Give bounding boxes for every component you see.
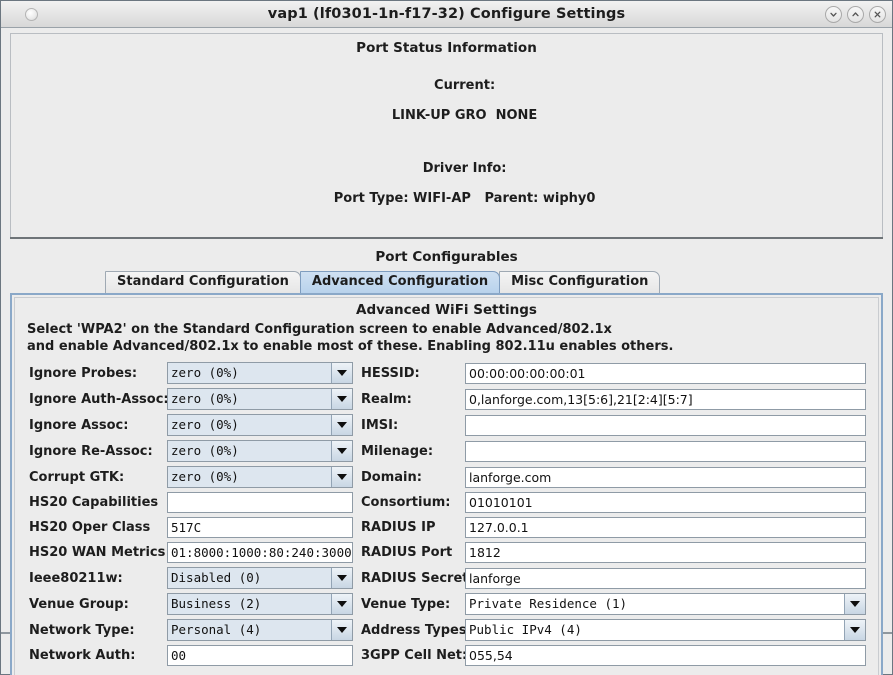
hs20-capabilities-input[interactable]: [167, 492, 353, 513]
tab-standard-configuration[interactable]: Standard Configuration: [105, 271, 301, 293]
chevron-down-icon[interactable]: [331, 389, 352, 409]
panel-note-line-2: and enable Advanced/802.1x to enable mos…: [27, 339, 674, 354]
corrupt-gtk-label: Corrupt GTK:: [29, 469, 125, 485]
ignore-probes-selected-value: zero (0%): [168, 363, 331, 383]
chevron-down-icon[interactable]: [331, 568, 352, 588]
corrupt-gtk-selected-value: zero (0%): [168, 467, 331, 487]
network-type-label: Network Type:: [29, 622, 135, 638]
radius-port-label: RADIUS Port: [361, 545, 453, 560]
current-label: Current:: [434, 78, 496, 93]
chevron-down-icon[interactable]: [331, 594, 352, 614]
port-status-current-row: Current: LINK-UP GRO NONE: [11, 63, 882, 138]
network-auth-label: Network Auth:: [29, 648, 136, 663]
3gpp-cell-net-input[interactable]: 055,54: [465, 645, 866, 666]
ignore-probes-select[interactable]: zero (0%): [167, 362, 353, 384]
ignore-re-assoc-label: Ignore Re-Assoc:: [29, 443, 153, 459]
window-title: vap1 (lf0301-1n-f17-32) Configure Settin…: [267, 6, 626, 22]
ignore-auth-assoc-label: Ignore Auth-Assoc:: [29, 391, 169, 407]
current-value: LINK-UP GRO NONE: [391, 108, 538, 123]
hs20-wan-metrics-label: HS20 WAN Metrics: [29, 545, 166, 560]
chevron-down-icon[interactable]: [331, 363, 352, 383]
configure-settings-window: vap1 (lf0301-1n-f17-32) Configure Settin…: [0, 0, 893, 675]
port-status-title: Port Status Information: [356, 40, 537, 56]
radius-ip-input[interactable]: 127.0.0.1: [465, 517, 866, 538]
ieee80211w-selected-value: Disabled (0): [168, 568, 331, 588]
configuration-tabs: Standard Configuration Advanced Configura…: [10, 271, 883, 293]
consortium-label: Consortium:: [361, 495, 451, 510]
radius-secret-label: RADIUS Secret: [361, 570, 469, 586]
hessid-input[interactable]: 00:00:00:00:00:01: [465, 362, 866, 384]
close-icon[interactable]: [869, 5, 886, 23]
driver-info-label: Driver Info:: [422, 161, 507, 176]
radius-port-input[interactable]: 1812: [465, 542, 866, 563]
port-status-driver-row: Driver Info: Port Type: WIFI-AP Parent: …: [11, 146, 882, 221]
chevron-down-icon[interactable]: [331, 415, 352, 435]
radius-ip-label: RADIUS IP: [361, 520, 436, 535]
panel-note: Select 'WPA2' on the Standard Configurat…: [23, 321, 870, 362]
panel-title: Advanced WiFi Settings: [356, 302, 537, 318]
network-type-selected-value: Personal (4): [168, 620, 331, 640]
consortium-input[interactable]: 01010101: [465, 492, 866, 513]
domain-label: Domain:: [361, 469, 422, 485]
imsi-input[interactable]: [465, 414, 866, 436]
chevron-down-icon[interactable]: [844, 594, 865, 614]
network-type-select[interactable]: Personal (4): [167, 619, 353, 641]
network-auth-input[interactable]: 00: [167, 645, 353, 666]
address-types-select[interactable]: Public IPv4 (4): [465, 619, 866, 641]
ignore-auth-assoc-selected-value: zero (0%): [168, 389, 331, 409]
port-configurables-section: Port Configurables Standard Configuratio…: [1, 239, 892, 675]
window-menu-icon[interactable]: [25, 7, 38, 21]
realm-label: Realm:: [361, 391, 412, 407]
tab-advanced-configuration[interactable]: Advanced Configuration: [299, 271, 501, 293]
ignore-auth-assoc-select[interactable]: zero (0%): [167, 388, 353, 410]
ignore-assoc-label: Ignore Assoc:: [29, 417, 129, 433]
advanced-wifi-form: Ignore Probes: zero (0%) HESSID: 00:00:00:0…: [23, 362, 870, 666]
hs20-oper-class-label: HS20 Oper Class: [29, 520, 151, 535]
venue-group-select[interactable]: Business (2): [167, 593, 353, 615]
domain-input[interactable]: lanforge.com: [465, 466, 866, 488]
advanced-wifi-checkboxes: Use 80211dUse 80211hShort-PreambleAdvanc…: [23, 666, 870, 675]
window-titlebar: vap1 (lf0301-1n-f17-32) Configure Settin…: [1, 1, 892, 28]
window-controls: [825, 5, 886, 23]
hessid-label: HESSID:: [361, 365, 420, 381]
chevron-down-icon[interactable]: [331, 620, 352, 640]
realm-input[interactable]: 0,lanforge.com,13[5:6],21[2:4][5:7]: [465, 388, 866, 410]
port-status-section: Port Status Information Current: LINK-UP…: [1, 28, 892, 239]
venue-type-selected-value: Private Residence (1): [466, 594, 844, 614]
radius-secret-input[interactable]: lanforge: [465, 567, 866, 589]
tab-misc-configuration[interactable]: Misc Configuration: [499, 271, 661, 293]
venue-group-label: Venue Group:: [29, 596, 129, 612]
minimize-icon[interactable]: [825, 5, 842, 23]
milenage-input[interactable]: [465, 440, 866, 462]
ignore-probes-label: Ignore Probes:: [29, 365, 138, 381]
hs20-oper-class-input[interactable]: 517C: [167, 517, 353, 538]
port-status-box: Port Status Information Current: LINK-UP…: [10, 33, 883, 237]
milenage-label: Milenage:: [361, 443, 434, 459]
imsi-label: IMSI:: [361, 417, 399, 433]
venue-type-select[interactable]: Private Residence (1): [465, 593, 866, 615]
ignore-re-assoc-selected-value: zero (0%): [168, 441, 331, 461]
driver-info-value: Port Type: WIFI-AP Parent: wiphy0: [333, 191, 596, 206]
chevron-down-icon[interactable]: [331, 467, 352, 487]
chevron-down-icon[interactable]: [844, 620, 865, 640]
venue-group-selected-value: Business (2): [168, 594, 331, 614]
address-types-label: Address Types:: [361, 622, 472, 638]
address-types-selected-value: Public IPv4 (4): [466, 620, 844, 640]
hs20-capabilities-label: HS20 Capabilities: [29, 495, 159, 510]
hs20-wan-metrics-input[interactable]: 01:8000:1000:80:240:3000: [167, 542, 353, 563]
ignore-re-assoc-select[interactable]: zero (0%): [167, 440, 353, 462]
3gpp-cell-net-label: 3GPP Cell Net:: [361, 648, 468, 663]
venue-type-label: Venue Type:: [361, 596, 451, 612]
ieee80211w-label: Ieee80211w:: [29, 570, 123, 586]
ieee80211w-select[interactable]: Disabled (0): [167, 567, 353, 589]
ignore-assoc-select[interactable]: zero (0%): [167, 414, 353, 436]
ignore-assoc-selected-value: zero (0%): [168, 415, 331, 435]
chevron-down-icon[interactable]: [331, 441, 352, 461]
advanced-wifi-panel: Advanced WiFi Settings Select 'WPA2' on …: [10, 293, 883, 675]
advanced-wifi-panel-inner: Advanced WiFi Settings Select 'WPA2' on …: [14, 297, 879, 675]
corrupt-gtk-select[interactable]: zero (0%): [167, 466, 353, 488]
maximize-icon[interactable]: [847, 5, 864, 23]
port-configurables-title: Port Configurables: [375, 249, 518, 265]
panel-note-line-1: Select 'WPA2' on the Standard Configurat…: [27, 322, 612, 337]
